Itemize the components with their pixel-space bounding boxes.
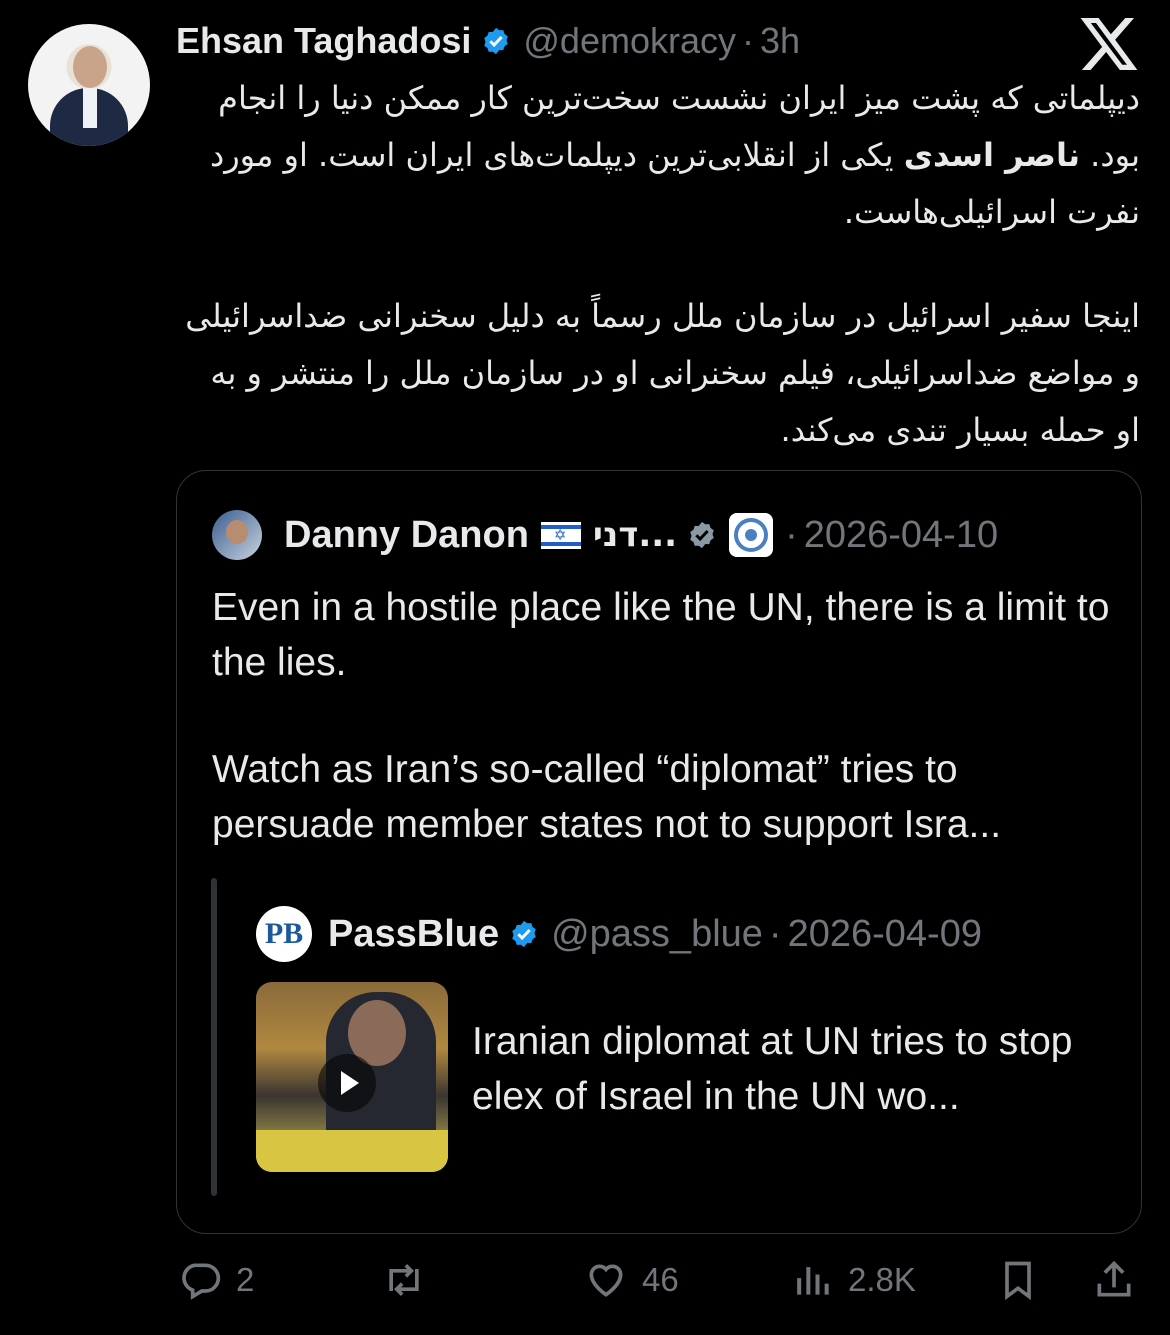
author-name[interactable]: Ehsan Taghadosi [176,20,471,62]
author-handle[interactable]: @demokracy [523,20,736,62]
views-button[interactable]: 2.8K [790,1255,916,1305]
quoted-paragraph-1: Even in a hostile place like the UN, the… [212,586,1110,684]
quoted-author-name[interactable]: Danny Danon [284,514,529,557]
un-emblem-icon [729,513,774,557]
x-logo-icon[interactable] [1080,18,1138,70]
views-count: 2.8K [848,1261,916,1298]
card-title[interactable]: Iranian diplomat at UN tries to stop ele… [472,1014,1112,1124]
quoted-paragraph-2: Watch as Iran’s so-called “diplomat” tri… [212,748,1002,846]
retweet-icon [389,1264,419,1296]
verified-badge-icon [512,920,536,948]
views-icon [797,1267,829,1295]
quoted-date[interactable]: 2026-04-10 [804,514,998,557]
like-count: 46 [642,1261,679,1298]
nested-separator: · [768,912,782,955]
nested-author-name[interactable]: PassBlue [328,913,499,956]
share-icon [1097,1260,1131,1297]
header-separator: · [742,20,754,61]
reply-icon [182,1263,221,1300]
tweet-paragraph-1: دیپلماتی که پشت میز ایران نشست سخت‌ترین … [180,70,1140,241]
reply-button[interactable]: 2 [178,1255,254,1305]
nested-handle[interactable]: @pass_blue [551,913,763,956]
like-icon [589,1264,623,1297]
reply-count: 2 [236,1261,255,1298]
share-button[interactable] [1092,1255,1150,1305]
tweet-header: Ehsan Taghadosi @demokracy · 3h [176,18,800,64]
israel-flag-icon: ✡ [540,521,581,549]
quoted-header: Danny Danon ✡ דני... · 2026-04-10 [212,510,998,560]
verified-badge-icon [690,521,714,549]
like-button[interactable]: 46 [584,1255,679,1305]
bookmark-icon [1005,1261,1031,1301]
flag-star: ✡ [553,526,567,544]
passblue-logo[interactable]: PB [256,906,312,962]
retweet-button[interactable] [382,1255,440,1305]
quoted-separator: · [785,513,798,556]
verified-badge-icon [484,27,509,55]
play-icon[interactable] [318,1054,376,1112]
bold-name: ناصر اسدی [903,136,1080,174]
quoted-avatar[interactable] [212,510,262,560]
bookmark-button[interactable] [996,1255,1054,1305]
quoted-name-extra: דני... [592,515,678,555]
author-avatar[interactable] [28,24,150,146]
nested-thread-line [211,878,217,1196]
video-thumbnail[interactable] [256,982,448,1172]
nested-date[interactable]: 2026-04-09 [788,913,982,956]
nested-header: PB PassBlue @pass_blue · 2026-04-09 [256,906,982,962]
tweet-time[interactable]: 3h [760,20,800,62]
tweet-paragraph-2: اینجا سفیر اسرائیل در سازمان ملل رسماً ب… [185,297,1140,449]
